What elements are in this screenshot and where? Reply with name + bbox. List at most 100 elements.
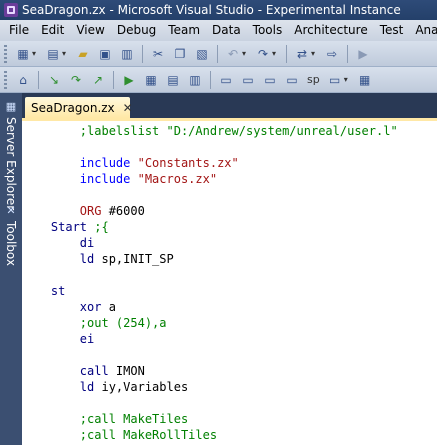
toolbar-separator bbox=[217, 44, 218, 63]
document-tab-row: SeaDragon.zx ✕ bbox=[22, 93, 437, 118]
code-line[interactable]: call IMON bbox=[22, 363, 145, 379]
open-file-icon[interactable]: ▰ bbox=[74, 45, 92, 63]
code-line[interactable]: di bbox=[22, 235, 94, 251]
code-instruction: call bbox=[79, 364, 109, 378]
code-line[interactable]: ld sp,INIT_SP bbox=[22, 251, 174, 267]
menu-test[interactable]: Test bbox=[374, 20, 410, 41]
menu-tools[interactable]: Tools bbox=[247, 20, 289, 41]
window3-icon[interactable]: ▭ bbox=[261, 71, 279, 89]
menu-view[interactable]: View bbox=[70, 20, 110, 41]
code-line[interactable]: ORG #6000 bbox=[22, 203, 145, 219]
window-title: SeaDragon.zx - Microsoft Visual Studio -… bbox=[22, 3, 401, 17]
window2-icon[interactable]: ▭ bbox=[239, 71, 257, 89]
code-line[interactable]: ;out (254),a bbox=[22, 315, 167, 331]
step-out-icon[interactable]: ↗ bbox=[89, 71, 107, 89]
toolbar-separator bbox=[38, 70, 39, 89]
dropdown-arrow-icon[interactable]: ▾ bbox=[32, 49, 40, 58]
tab-label: SeaDragon.zx bbox=[31, 100, 115, 115]
dropdown-arrow-icon[interactable]: ▾ bbox=[311, 49, 319, 58]
save-all-icon[interactable]: ▥ bbox=[118, 45, 136, 63]
redo-icon[interactable]: ↷ bbox=[254, 45, 272, 63]
navigate-icon[interactable]: ⇄ bbox=[293, 45, 311, 63]
tile3-icon[interactable]: ▥ bbox=[186, 71, 204, 89]
menu-bar: File Edit View Debug Team Data Tools Architectu… bbox=[0, 20, 437, 41]
window6-icon[interactable]: ▦ bbox=[356, 71, 374, 89]
code-comment: ;out (254),a bbox=[79, 316, 167, 330]
toolbar-separator bbox=[142, 44, 143, 63]
code-directive: ORG bbox=[79, 204, 102, 218]
menu-file[interactable]: File bbox=[3, 20, 35, 41]
server-explorer-tab[interactable]: ▦ Server Explorer bbox=[3, 101, 19, 211]
code-editor[interactable]: ;labelslist "D:/Andrew/system/unreal/use… bbox=[22, 118, 437, 445]
menu-debug[interactable]: Debug bbox=[111, 20, 162, 41]
window1-icon[interactable]: ▭ bbox=[217, 71, 235, 89]
toolbar-grip[interactable] bbox=[4, 44, 7, 63]
toolbox-tab[interactable]: ✕ Toolbox bbox=[3, 205, 19, 267]
code-line[interactable]: xor a bbox=[22, 299, 116, 315]
code-keyword: include bbox=[79, 156, 131, 170]
menu-analyz[interactable]: Analyz bbox=[409, 20, 437, 41]
paste-icon[interactable]: ▧ bbox=[193, 45, 211, 63]
tile2-icon[interactable]: ▤ bbox=[164, 71, 182, 89]
code-line[interactable]: ;call MakeTiles bbox=[22, 411, 188, 427]
step-into-icon[interactable]: ↘ bbox=[45, 71, 63, 89]
tab-seadragon[interactable]: SeaDragon.zx ✕ bbox=[25, 97, 133, 118]
add-item-icon[interactable]: ▤ bbox=[44, 45, 62, 63]
code-line[interactable]: include "Macros.zx" bbox=[22, 171, 217, 187]
close-tab-icon[interactable]: ✕ bbox=[123, 101, 133, 115]
code-line[interactable]: Start ;{ bbox=[22, 219, 109, 235]
cut-icon[interactable]: ✂ bbox=[149, 45, 167, 63]
title-bar: SeaDragon.zx - Microsoft Visual Studio -… bbox=[0, 0, 437, 20]
dropdown-arrow-icon[interactable]: ▾ bbox=[242, 49, 250, 58]
menu-edit[interactable]: Edit bbox=[35, 20, 70, 41]
code-line[interactable]: ;labelslist "D:/Andrew/system/unreal/use… bbox=[22, 123, 398, 139]
sp-icon[interactable]: sp bbox=[305, 71, 322, 89]
window5-icon[interactable]: ▭ bbox=[326, 71, 344, 89]
window4-icon[interactable]: ▭ bbox=[283, 71, 301, 89]
toolbar-grip[interactable] bbox=[4, 70, 7, 89]
menu-architecture[interactable]: Architecture bbox=[288, 20, 373, 41]
dropdown-arrow-icon[interactable]: ▾ bbox=[272, 49, 280, 58]
tile1-icon[interactable]: ▦ bbox=[142, 71, 160, 89]
tool-window-strip: ▦ Server Explorer ✕ Toolbox bbox=[0, 93, 22, 445]
code-line[interactable]: ;call MakeRollTiles bbox=[22, 427, 217, 443]
save-icon[interactable]: ▣ bbox=[96, 45, 114, 63]
start-debugging-icon[interactable]: ▶ bbox=[354, 45, 372, 63]
code-string: "Macros.zx" bbox=[130, 172, 218, 186]
code-line[interactable]: include "Constants.zx" bbox=[22, 155, 239, 171]
dropdown-arrow-icon[interactable]: ▾ bbox=[344, 75, 352, 84]
toolbar-separator bbox=[347, 44, 348, 63]
code-line[interactable]: st bbox=[22, 283, 65, 299]
toolbox-label: Toolbox bbox=[4, 221, 18, 266]
forward-icon[interactable]: ⇨ bbox=[323, 45, 341, 63]
code-instruction: xor bbox=[79, 300, 102, 314]
code-line[interactable]: ei bbox=[22, 331, 94, 347]
standard-toolbar: ▦ ▾ ▤ ▾ ▰ ▣ ▥ ✂ ❐ ▧ ↶ ▾ ↷ ▾ ⇄ ▾ ⇨ ▶ bbox=[0, 41, 437, 67]
step-over-icon[interactable]: ↷ bbox=[67, 71, 85, 89]
toolbar-separator bbox=[210, 70, 211, 89]
code-operand: #6000 bbox=[101, 204, 145, 218]
dropdown-arrow-icon[interactable]: ▾ bbox=[62, 49, 70, 58]
copy-icon[interactable]: ❐ bbox=[171, 45, 189, 63]
run-icon[interactable]: ▶ bbox=[120, 71, 138, 89]
toolbar-separator bbox=[286, 44, 287, 63]
new-project-icon[interactable]: ▦ bbox=[14, 45, 32, 63]
code-line[interactable]: ld iy,Variables bbox=[22, 379, 188, 395]
menu-team[interactable]: Team bbox=[162, 20, 206, 41]
undo-icon[interactable]: ↶ bbox=[224, 45, 242, 63]
code-string: "Constants.zx" bbox=[130, 156, 239, 170]
menu-data[interactable]: Data bbox=[206, 20, 247, 41]
code-label: st bbox=[50, 284, 66, 298]
code-comment: ;labelslist "D:/Andrew/system/unreal/use… bbox=[79, 124, 398, 138]
misc-icon[interactable]: ⌂ bbox=[14, 71, 32, 89]
code-comment: ;{ bbox=[87, 220, 109, 234]
